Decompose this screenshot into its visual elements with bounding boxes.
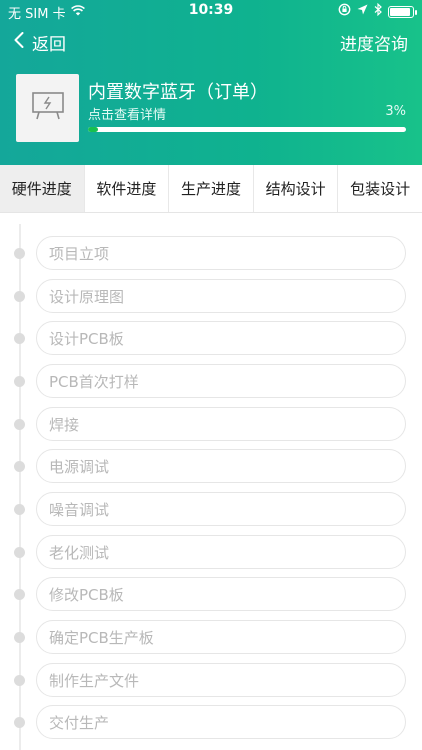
timeline-step: 焊接 [0, 407, 422, 441]
step-item[interactable]: 焊接 [36, 407, 406, 441]
back-button[interactable]: 返回 [14, 30, 66, 55]
product-card[interactable]: 内置数字蓝牙（订单） 点击查看详情 3% [16, 74, 408, 144]
tab-structure-design[interactable]: 结构设计 [254, 165, 339, 212]
status-right [338, 2, 417, 20]
bluetooth-icon [374, 2, 382, 20]
timeline-dot [14, 248, 25, 259]
timeline-step: 确定PCB生产板 [0, 620, 422, 654]
timeline-dot [14, 333, 25, 344]
timeline-step: 制作生产文件 [0, 663, 422, 697]
timeline-step: 交付生产 [0, 705, 422, 739]
product-title: 内置数字蓝牙（订单） [88, 82, 268, 103]
step-item[interactable]: 电源调试 [36, 449, 406, 483]
device-icon [30, 91, 66, 125]
progress-bar-fill [88, 127, 98, 132]
timeline-dot [14, 504, 25, 515]
tab-production-progress[interactable]: 生产进度 [169, 165, 254, 212]
timeline-dot [14, 419, 25, 430]
step-item[interactable]: 修改PCB板 [36, 577, 406, 611]
chevron-left-icon [14, 32, 24, 53]
product-thumbnail [16, 74, 79, 142]
progress-timeline: 项目立项 设计原理图 设计PCB板 PCB首次打样 焊接 电源调试 噪音调试 老… [0, 224, 422, 750]
tab-packaging-design[interactable]: 包装设计 [338, 165, 422, 212]
step-item[interactable]: 噪音调试 [36, 492, 406, 526]
back-label: 返回 [32, 35, 66, 55]
timeline-dot [14, 291, 25, 302]
step-item[interactable]: 交付生产 [36, 705, 406, 739]
step-item[interactable]: 设计PCB板 [36, 321, 406, 355]
battery-icon [388, 5, 417, 18]
step-item[interactable]: 项目立项 [36, 236, 406, 270]
timeline-dot [14, 675, 25, 686]
tab-software-progress[interactable]: 软件进度 [85, 165, 170, 212]
timeline-step: 噪音调试 [0, 492, 422, 526]
timeline-step: 修改PCB板 [0, 577, 422, 611]
nav-bar: 返回 进度咨询 [0, 22, 422, 64]
location-icon [357, 4, 368, 19]
timeline-dot [14, 547, 25, 558]
step-item[interactable]: 制作生产文件 [36, 663, 406, 697]
timeline-step: 项目立项 [0, 236, 422, 270]
header: 无 SIM 卡 10:39 返回 进度咨询 内置数字蓝牙（订单） 点击查看详情 … [0, 0, 422, 165]
timeline-dot [14, 717, 25, 728]
timeline-dot [14, 589, 25, 600]
status-bar: 无 SIM 卡 10:39 [0, 0, 422, 22]
step-item[interactable]: 确定PCB生产板 [36, 620, 406, 654]
orientation-lock-icon [338, 3, 351, 20]
product-subtitle: 点击查看详情 [88, 108, 167, 123]
step-item[interactable]: 设计原理图 [36, 279, 406, 313]
progress-bar [88, 127, 406, 132]
step-item[interactable]: PCB首次打样 [36, 364, 406, 398]
step-item[interactable]: 老化测试 [36, 535, 406, 569]
timeline-dot [14, 461, 25, 472]
timeline-step: 电源调试 [0, 449, 422, 483]
timeline-step: 老化测试 [0, 535, 422, 569]
progress-percent: 3% [385, 104, 406, 119]
timeline-step: 设计原理图 [0, 279, 422, 313]
timeline-step: PCB首次打样 [0, 364, 422, 398]
tab-hardware-progress[interactable]: 硬件进度 [0, 165, 85, 212]
timeline-dot [14, 632, 25, 643]
timeline-dot [14, 376, 25, 387]
progress-consult-button[interactable]: 进度咨询 [340, 30, 408, 55]
tab-bar: 硬件进度 软件进度 生产进度 结构设计 包装设计 [0, 165, 422, 213]
timeline-step: 设计PCB板 [0, 321, 422, 355]
